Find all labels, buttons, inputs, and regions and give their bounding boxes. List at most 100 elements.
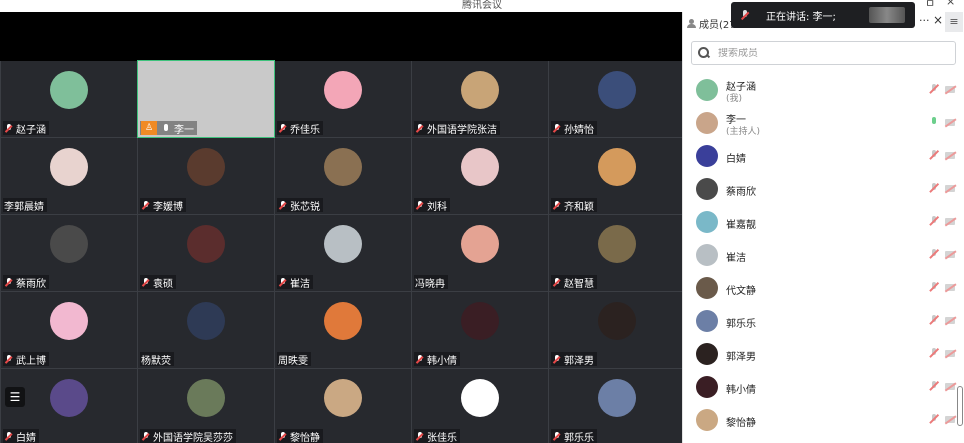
participant-name-bar: 崔洁 (277, 275, 313, 290)
participant-tile[interactable]: 齐和颖 (549, 138, 685, 214)
camera-off-icon[interactable] (945, 86, 955, 93)
member-row[interactable]: 黎怡静 (683, 404, 964, 437)
camera-off-icon[interactable] (945, 317, 955, 324)
avatar (696, 112, 718, 134)
participant-tile[interactable]: ♙ 李一 (137, 60, 275, 138)
avatar (598, 71, 636, 109)
mic-muted-icon[interactable] (929, 150, 939, 162)
participant-name-bar: 乔佳乐 (277, 121, 323, 136)
participant-tile[interactable]: 刘科 (412, 138, 548, 214)
search-input[interactable] (718, 47, 918, 59)
mic-muted-icon (415, 431, 425, 442)
camera-off-icon[interactable] (945, 152, 955, 159)
participant-tile[interactable]: 外国语学院吴莎莎 (138, 369, 274, 443)
list-view-icon[interactable]: ☰ (5, 387, 25, 407)
participant-tile[interactable]: 孙婧怡 (549, 61, 685, 137)
close-panel-icon[interactable]: × (933, 13, 943, 27)
mic-muted-icon (552, 277, 562, 288)
participant-tile[interactable]: 冯晓冉 (412, 215, 548, 291)
participant-tile[interactable]: 武上博 (1, 292, 137, 368)
mic-muted-icon[interactable] (929, 414, 939, 426)
close-window-icon[interactable]: × (946, 0, 955, 8)
participant-tile[interactable]: 周昳雯 (275, 292, 411, 368)
participant-tile[interactable]: 韩小倩 (412, 292, 548, 368)
participant-tile[interactable]: 赵子涵 (1, 61, 137, 137)
member-row[interactable]: 郭乐乐 (683, 305, 964, 338)
participant-tile[interactable]: 袁硕 (138, 215, 274, 291)
member-row[interactable]: 韩小倩 (683, 371, 964, 404)
mic-muted-icon[interactable] (929, 249, 939, 261)
camera-off-icon[interactable] (945, 383, 955, 390)
restore-window-icon[interactable]: ㅁ (925, 0, 935, 11)
member-row[interactable]: 崔洁 (683, 239, 964, 272)
participant-name: 崔洁 (290, 278, 310, 290)
more-options-icon[interactable]: ··· (919, 14, 930, 27)
participant-name: 郭乐乐 (564, 432, 594, 443)
member-role: (主持人) (726, 127, 761, 137)
participant-name-bar: 蔡雨欣 (3, 275, 49, 290)
participant-tile[interactable]: 郭乐乐 (549, 369, 685, 443)
camera-off-icon[interactable] (945, 119, 955, 126)
participant-name-bar: 张芯锐 (277, 198, 323, 213)
mic-muted-icon[interactable] (929, 381, 939, 393)
mic-muted-icon (552, 200, 562, 211)
menu-icon[interactable]: ≡ (945, 12, 963, 32)
participant-tile[interactable]: 赵智慧 (549, 215, 685, 291)
panel-title: 成员(27 (687, 16, 736, 31)
participant-name-bar: 武上博 (3, 352, 49, 367)
avatar (324, 148, 362, 186)
camera-off-icon[interactable] (945, 251, 955, 258)
video-area: 赵子涵 ♙ 李一 乔佳乐 外国语学院张洁 孙婧怡李郭晨婧 李媛博 张芯锐 刘科 齐和颖蔡雨欣 袁硕 崔… (0, 12, 685, 443)
member-row[interactable]: 白婧 (683, 140, 964, 173)
participant-name: 周昳雯 (278, 355, 308, 367)
member-search[interactable] (691, 41, 956, 65)
participant-tile[interactable]: 李媛博 (138, 138, 274, 214)
member-row[interactable]: 蔡雨欣 (683, 173, 964, 206)
participant-name: 刘科 (427, 201, 447, 213)
mic-muted-icon[interactable] (929, 84, 939, 96)
participant-tile[interactable]: 杨默荧 (138, 292, 274, 368)
person-icon (687, 19, 696, 28)
participant-name-bar: 李媛博 (140, 198, 186, 213)
avatar (50, 302, 88, 340)
mic-muted-icon[interactable] (929, 315, 939, 327)
camera-off-icon[interactable] (945, 284, 955, 291)
participant-tile[interactable]: 崔洁 (275, 215, 411, 291)
participant-tile[interactable]: 张芯锐 (275, 138, 411, 214)
mic-muted-icon[interactable] (929, 183, 939, 195)
member-row[interactable]: 赵子涵 (我) (683, 74, 964, 107)
camera-off-icon[interactable] (945, 185, 955, 192)
mic-on-icon[interactable] (929, 117, 939, 129)
mic-muted-icon[interactable] (929, 348, 939, 360)
participant-name-bar: 李郭晨婧 (3, 198, 47, 213)
mic-muted-icon[interactable] (929, 216, 939, 228)
participant-tile[interactable]: 李郭晨婧 (1, 138, 137, 214)
member-row[interactable]: 郭泽男 (683, 338, 964, 371)
participant-name: 郭泽男 (564, 355, 594, 367)
participant-name-bar: 郭乐乐 (551, 429, 597, 443)
participant-tile[interactable]: 黎怡静 (275, 369, 411, 443)
participant-name-bar: 赵子涵 (3, 121, 49, 136)
scrollbar[interactable] (957, 386, 963, 426)
mic-muted-icon[interactable] (929, 282, 939, 294)
member-name: 蔡雨欣 (726, 187, 756, 198)
participant-tile[interactable]: 蔡雨欣 (1, 215, 137, 291)
participant-tile[interactable]: 郭泽男 (549, 292, 685, 368)
camera-off-icon[interactable] (945, 416, 955, 423)
participant-tile[interactable]: 外国语学院张洁 (412, 61, 548, 137)
member-row[interactable]: 代文静 (683, 272, 964, 305)
participant-name: 武上博 (16, 355, 46, 367)
member-row[interactable]: 李一 (主持人) (683, 107, 964, 140)
participant-name: 黎怡静 (290, 432, 320, 443)
camera-off-icon[interactable] (945, 218, 955, 225)
member-row[interactable]: 崔嘉靓 (683, 206, 964, 239)
member-name: 崔嘉靓 (726, 220, 756, 231)
participant-tile[interactable]: 乔佳乐 (275, 61, 411, 137)
participant-name: 杨默荧 (141, 355, 171, 367)
avatar (696, 211, 718, 233)
avatar (598, 225, 636, 263)
participant-name-bar: 韩小倩 (414, 352, 460, 367)
avatar (324, 225, 362, 263)
camera-off-icon[interactable] (945, 350, 955, 357)
participant-tile[interactable]: 张佳乐 (412, 369, 548, 443)
